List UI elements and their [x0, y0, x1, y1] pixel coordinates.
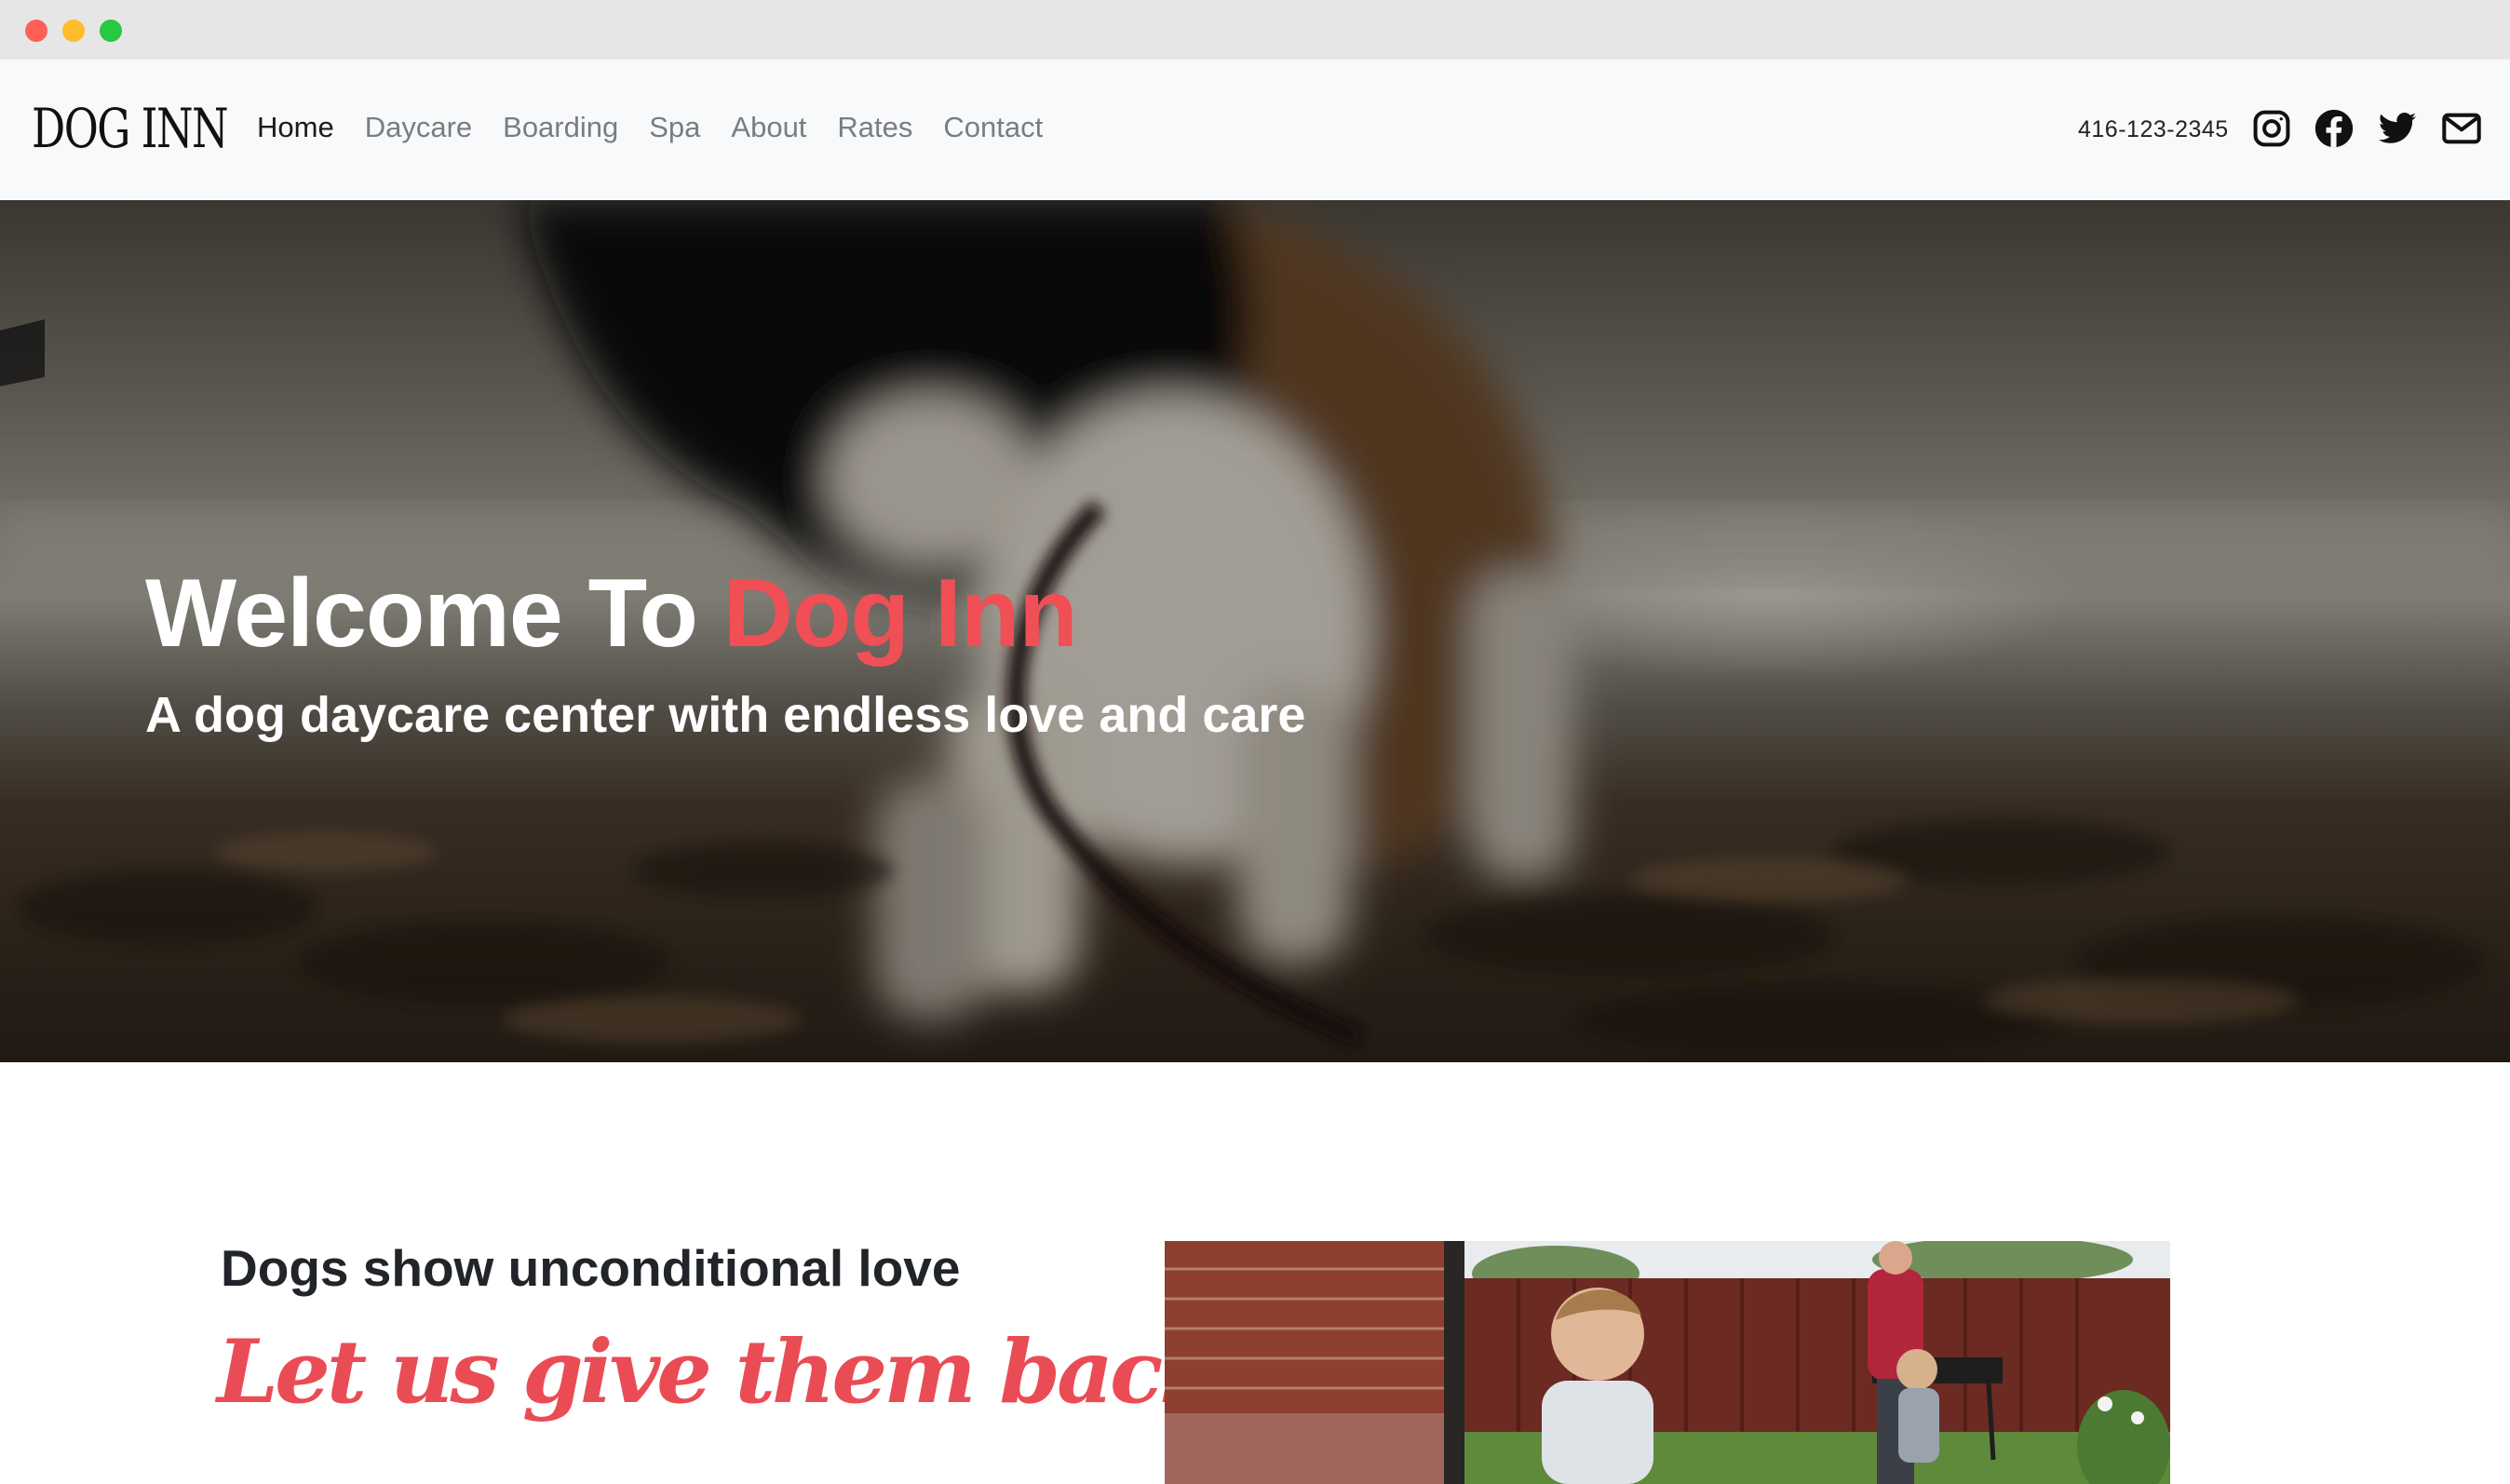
hero-title-accent: Dog Inn	[722, 560, 1078, 668]
nav-link-rates[interactable]: Rates	[837, 111, 912, 144]
maximize-window-button[interactable]	[100, 20, 122, 42]
facebook-icon[interactable]	[2314, 108, 2355, 149]
hero-title: Welcome To Dog Inn	[145, 559, 1078, 669]
nav-link-daycare[interactable]: Daycare	[365, 111, 472, 144]
nav-links: Home Daycare Boarding Spa About Rates Co…	[257, 111, 1073, 144]
nav-link-boarding[interactable]: Boarding	[503, 111, 618, 144]
phone-number[interactable]: 416-123-2345	[2078, 116, 2229, 143]
intro-script-heading: Let us give them back	[217, 1321, 1220, 1423]
nav-link-contact[interactable]: Contact	[943, 111, 1043, 144]
intro-lead: Dogs show unconditional love	[221, 1239, 961, 1297]
mail-icon[interactable]	[2441, 108, 2482, 149]
minimize-window-button[interactable]	[62, 20, 85, 42]
hero-title-prefix: Welcome To	[145, 560, 723, 668]
instagram-icon[interactable]	[2251, 108, 2292, 149]
navbar: DOG INN Home Daycare Boarding Spa About …	[0, 60, 2510, 201]
nav-link-about[interactable]: About	[731, 111, 806, 144]
nav-link-spa[interactable]: Spa	[649, 111, 700, 144]
nav-link-home[interactable]: Home	[257, 111, 334, 144]
kids-playing-photo	[1165, 1241, 2170, 1484]
brand-logo[interactable]: DOG INN	[32, 97, 229, 160]
hero-subtitle: A dog daycare center with endless love a…	[145, 687, 1306, 743]
twitter-icon[interactable]	[2377, 108, 2418, 149]
window-titlebar	[0, 0, 2510, 60]
close-window-button[interactable]	[25, 20, 47, 42]
hero-banner: Welcome To Dog Inn A dog daycare center …	[0, 200, 2510, 1062]
